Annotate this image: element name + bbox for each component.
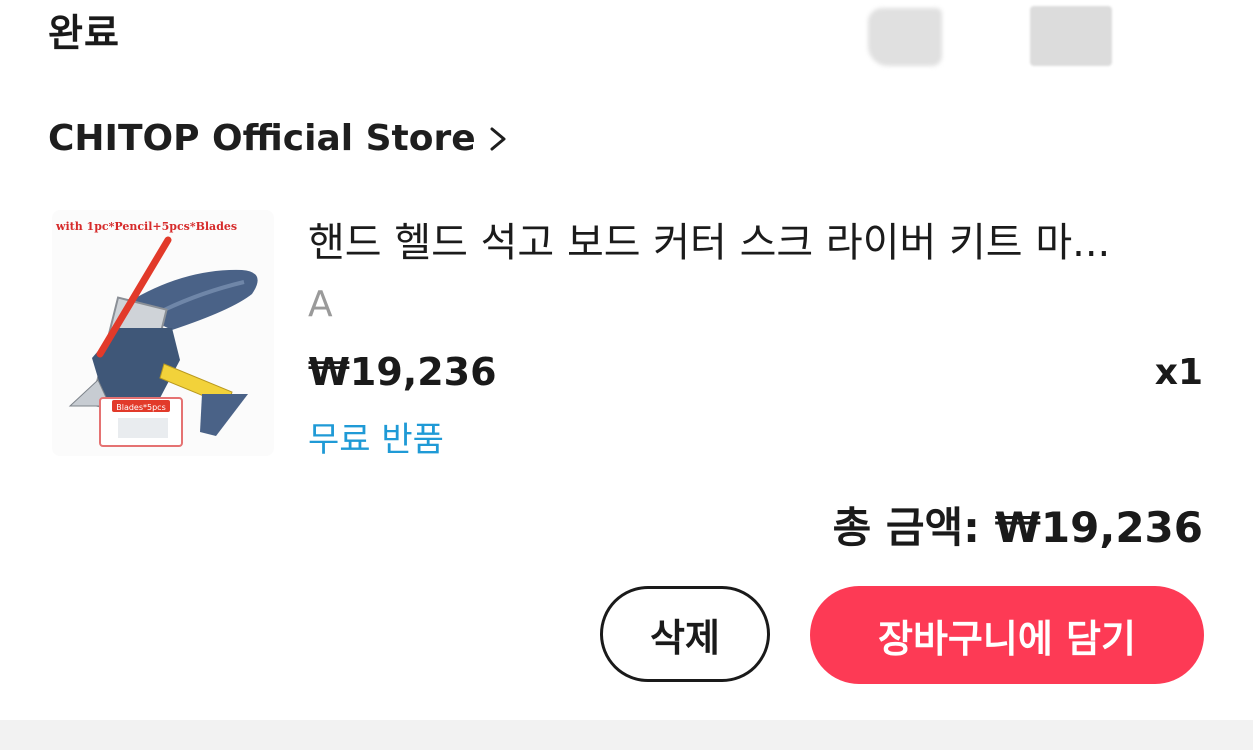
footer-divider [0,720,1253,750]
chevron-right-icon [490,127,506,150]
store-link[interactable]: CHITOP Official Store [48,118,510,159]
store-name: CHITOP Official Store [48,118,476,159]
product-image[interactable]: with 1pc*Pencil+5pcs*Blades Blades*5pcs [52,210,274,456]
product-title[interactable]: 핸드 헬드 석고 보드 커터 스크 라이버 키트 마... [308,210,1198,268]
product-image-caption: with 1pc*Pencil+5pcs*Blades [55,220,237,233]
status-title: 완료 [48,11,120,55]
product-quantity: x1 [1154,352,1203,393]
product-variant: A [308,284,333,325]
delete-button[interactable]: 삭제 [600,586,770,682]
product-price: ₩19,236 [308,350,497,394]
product-image-badge: Blades*5pcs [116,403,166,412]
add-to-cart-button[interactable]: 장바구니에 담기 [810,586,1204,684]
total-amount: 총 금액: ₩19,236 [832,503,1203,552]
blurred-region [868,8,942,66]
blurred-region [1030,6,1112,66]
free-return-label: 무료 반품 [308,420,444,460]
